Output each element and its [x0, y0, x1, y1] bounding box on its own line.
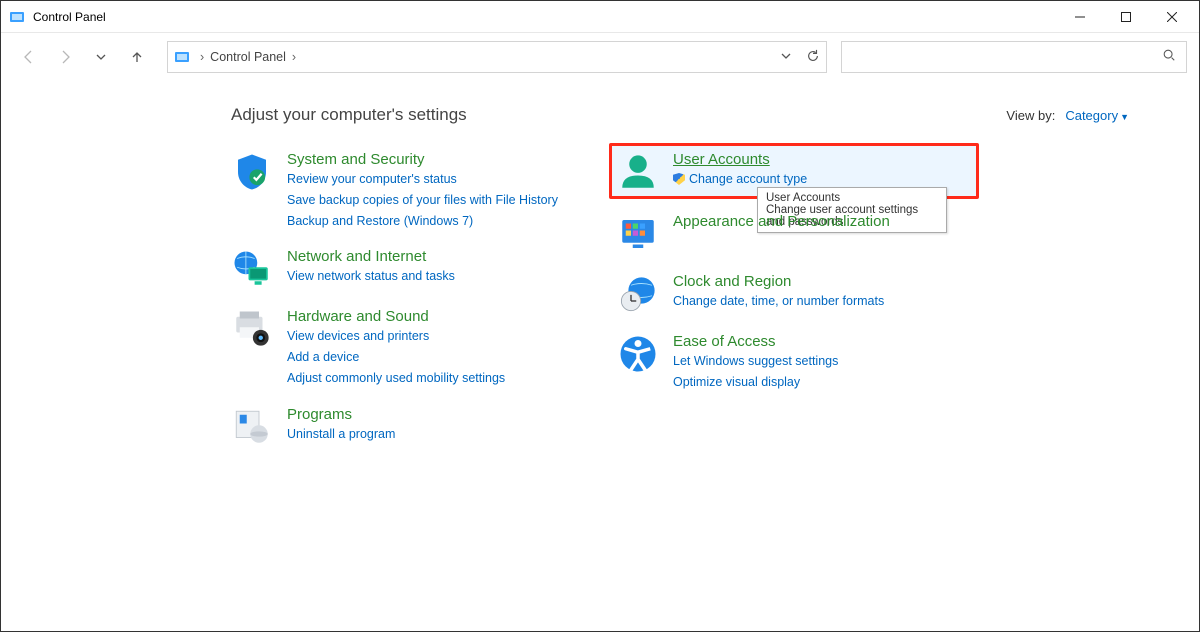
category-sublink[interactable]: Backup and Restore (Windows 7)	[287, 212, 558, 231]
category-title[interactable]: Network and Internet	[287, 248, 455, 265]
category-title[interactable]: User Accounts	[673, 151, 807, 168]
clock-globe-icon	[617, 273, 659, 315]
category-title[interactable]: Hardware and Sound	[287, 308, 505, 325]
category-system-security: System and Security Review your computer…	[231, 151, 601, 230]
left-column: System and Security Review your computer…	[231, 151, 601, 448]
view-by-value[interactable]: Category▼	[1065, 108, 1129, 123]
tooltip-title: User Accounts	[766, 192, 938, 204]
search-icon	[1162, 48, 1176, 67]
back-button[interactable]	[13, 41, 45, 73]
category-appearance: Appearance and Personalization	[617, 213, 987, 255]
category-title[interactable]: Clock and Region	[673, 273, 884, 290]
maximize-button[interactable]	[1103, 1, 1149, 33]
category-sublink[interactable]: View devices and printers	[287, 327, 505, 346]
user-icon	[617, 151, 659, 193]
main-content: Adjust your computer's settings View by:…	[231, 105, 1179, 448]
category-sublink[interactable]: Save backup copies of your files with Fi…	[287, 191, 558, 210]
window-title: Control Panel	[33, 10, 106, 24]
category-title[interactable]: Appearance and Personalization	[673, 213, 890, 230]
page-heading: Adjust your computer's settings	[231, 105, 467, 125]
close-button[interactable]	[1149, 1, 1195, 33]
search-box[interactable]	[841, 41, 1187, 73]
shield-icon	[231, 151, 273, 193]
printer-camera-icon	[231, 308, 273, 350]
category-title[interactable]: Ease of Access	[673, 333, 838, 350]
category-sublink[interactable]: Add a device	[287, 348, 505, 367]
breadcrumb-sep-icon: ›	[292, 50, 296, 64]
control-panel-icon	[9, 9, 25, 25]
category-hardware-sound: Hardware and Sound View devices and prin…	[231, 308, 601, 387]
forward-button[interactable]	[49, 41, 81, 73]
category-sublink[interactable]: Adjust commonly used mobility settings	[287, 369, 505, 388]
up-button[interactable]	[121, 41, 153, 73]
category-ease-of-access: Ease of Access Let Windows suggest setti…	[617, 333, 987, 392]
category-sublink[interactable]: Review your computer's status	[287, 170, 558, 189]
globe-monitor-icon	[231, 248, 273, 290]
category-title[interactable]: System and Security	[287, 151, 558, 168]
category-sublink[interactable]: View network status and tasks	[287, 267, 455, 286]
category-clock-region: Clock and Region Change date, time, or n…	[617, 273, 987, 315]
address-bar[interactable]: › Control Panel ›	[167, 41, 827, 73]
refresh-button[interactable]	[806, 49, 820, 66]
category-title[interactable]: Programs	[287, 406, 395, 423]
titlebar: Control Panel	[1, 1, 1199, 33]
appearance-icon	[617, 213, 659, 255]
category-sublink[interactable]: Change account type	[673, 170, 807, 189]
view-by-label: View by:	[1006, 108, 1055, 123]
category-network-internet: Network and Internet View network status…	[231, 248, 601, 290]
nav-row: › Control Panel ›	[1, 33, 1199, 81]
view-by-control[interactable]: View by: Category▼	[1006, 108, 1129, 123]
recent-locations-button[interactable]	[85, 41, 117, 73]
category-sublink[interactable]: Change date, time, or number formats	[673, 292, 884, 311]
category-sublink[interactable]: Uninstall a program	[287, 425, 395, 444]
address-icon	[174, 49, 190, 65]
history-dropdown-button[interactable]	[780, 50, 792, 65]
breadcrumb-location[interactable]: Control Panel	[210, 50, 286, 64]
category-sublink[interactable]: Optimize visual display	[673, 373, 838, 392]
category-sublink[interactable]: Let Windows suggest settings	[673, 352, 838, 371]
programs-icon	[231, 406, 273, 448]
accessibility-icon	[617, 333, 659, 375]
minimize-button[interactable]	[1057, 1, 1103, 33]
right-column: User Accounts Change account type User A…	[617, 151, 987, 448]
breadcrumb-sep-icon: ›	[200, 50, 204, 64]
category-programs: Programs Uninstall a program	[231, 406, 601, 448]
